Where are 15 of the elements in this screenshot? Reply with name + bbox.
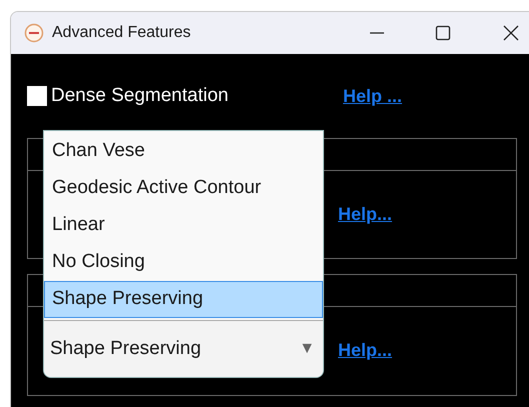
app-logo-icon xyxy=(24,23,44,43)
dropdown-option[interactable]: Chan Vese xyxy=(44,133,323,170)
window-title: Advanced Features xyxy=(52,23,191,43)
help-link[interactable]: Help... xyxy=(338,337,392,364)
dropdown-option[interactable]: Geodesic Active Contour xyxy=(44,170,323,207)
checkbox-label[interactable]: Dense Segmentation xyxy=(51,82,331,110)
dropdown-option[interactable]: No Closing xyxy=(44,244,323,281)
help-link[interactable]: Help ... xyxy=(343,82,402,110)
close-icon[interactable] xyxy=(503,25,519,41)
maximize-icon[interactable] xyxy=(435,25,451,41)
dropdown-option[interactable]: Linear xyxy=(44,207,323,244)
dropdown-field[interactable]: Shape Preserving ▼ xyxy=(44,321,323,377)
dropdown-option[interactable]: Shape Preserving xyxy=(44,281,323,318)
help-link[interactable]: Help... xyxy=(338,201,392,228)
checkbox[interactable] xyxy=(27,86,47,106)
